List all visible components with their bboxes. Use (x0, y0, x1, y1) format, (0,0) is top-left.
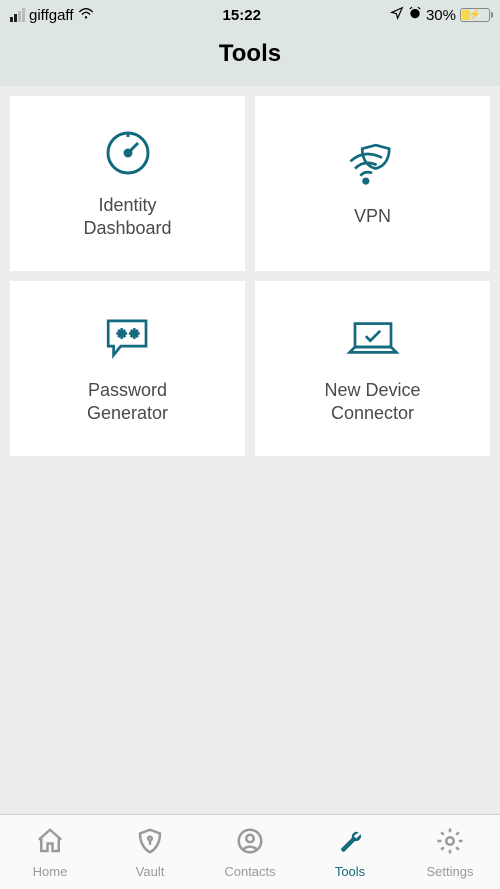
tab-label: Contacts (224, 864, 275, 879)
tab-contacts[interactable]: Contacts (200, 815, 300, 889)
dashboard-icon (101, 128, 155, 178)
gear-icon (435, 826, 465, 861)
tile-label: VPN (354, 205, 391, 228)
device-icon (346, 313, 400, 363)
password-icon (101, 313, 155, 363)
alarm-icon (408, 6, 422, 24)
tile-password-generator[interactable]: Password Generator (10, 281, 245, 456)
tools-grid: Identity Dashboard VPN Password Generato… (0, 86, 500, 456)
status-right: 30% ⚡ (390, 6, 490, 24)
vpn-icon (346, 139, 400, 189)
signal-icon (10, 8, 25, 22)
status-bar: giffgaff 15:22 30% ⚡ (0, 0, 500, 30)
tile-label: Identity Dashboard (83, 194, 171, 239)
shield-icon (135, 826, 165, 861)
tile-vpn[interactable]: VPN (255, 96, 490, 271)
tab-home[interactable]: Home (0, 815, 100, 889)
tab-vault[interactable]: Vault (100, 815, 200, 889)
wifi-icon (78, 7, 94, 24)
carrier-label: giffgaff (29, 7, 74, 24)
battery-pct: 30% (426, 7, 456, 24)
tile-new-device-connector[interactable]: New Device Connector (255, 281, 490, 456)
location-icon (390, 6, 404, 24)
tab-label: Home (33, 864, 68, 879)
tab-tools[interactable]: Tools (300, 815, 400, 889)
tile-label: New Device Connector (324, 379, 420, 424)
tile-label: Password Generator (87, 379, 168, 424)
tab-bar: Home Vault Contacts Tools Settings (0, 814, 500, 889)
tile-identity-dashboard[interactable]: Identity Dashboard (10, 96, 245, 271)
tab-label: Settings (427, 864, 474, 879)
tab-settings[interactable]: Settings (400, 815, 500, 889)
status-left: giffgaff (10, 7, 94, 24)
contacts-icon (235, 826, 265, 861)
battery-icon: ⚡ (460, 8, 490, 22)
clock: 15:22 (223, 7, 261, 24)
tab-label: Tools (335, 864, 365, 879)
page-title: Tools (0, 30, 500, 86)
wrench-icon (335, 826, 365, 861)
home-icon (35, 826, 65, 861)
tab-label: Vault (136, 864, 165, 879)
